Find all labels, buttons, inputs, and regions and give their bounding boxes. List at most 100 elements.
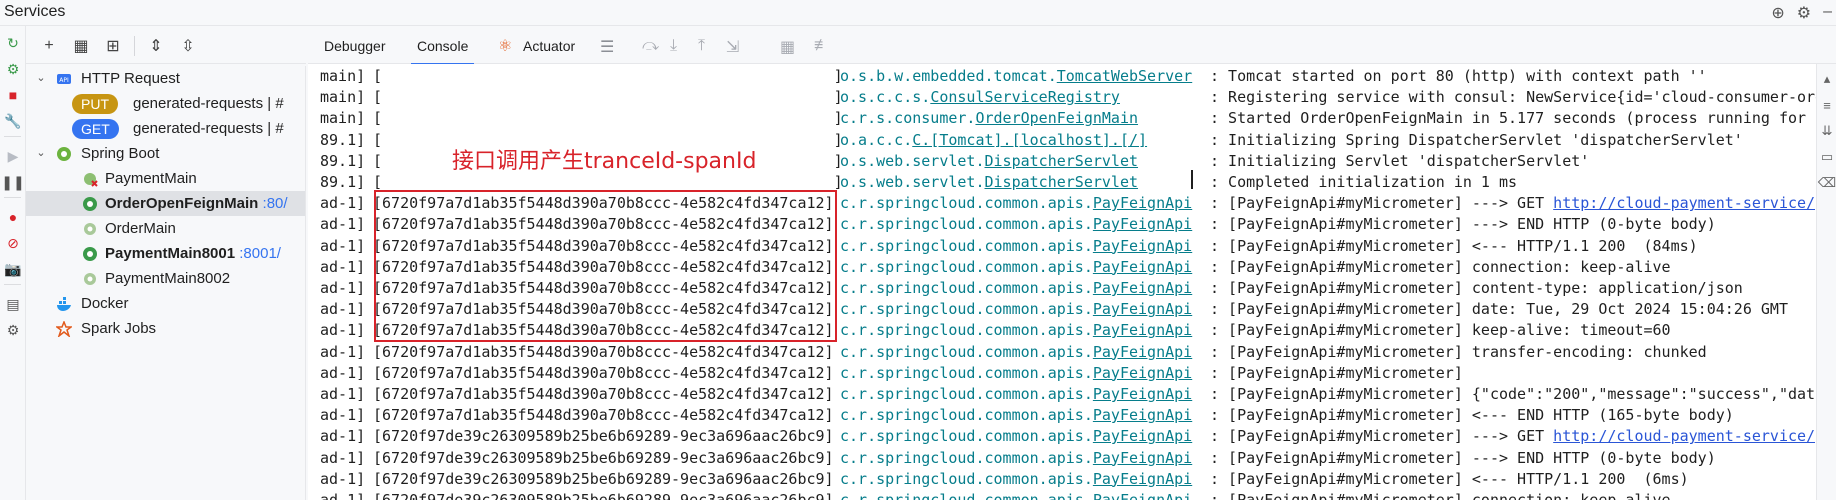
- logger-class-link[interactable]: ConsulServiceRegistry: [930, 88, 1120, 106]
- log-logger: c.r.springcloud.common.apis.PayFeignApi: [840, 469, 1192, 490]
- logger-class-link[interactable]: PayFeignApi: [1093, 321, 1192, 339]
- logger-class-link[interactable]: PayFeignApi: [1093, 279, 1192, 297]
- logger-package: o.s.web.servlet.: [840, 151, 985, 170]
- logger-class-link[interactable]: PayFeignApi: [1093, 470, 1192, 488]
- scroll-end-icon[interactable]: ⇊: [1817, 120, 1836, 142]
- logger-class-link[interactable]: TomcatWebServer: [1057, 67, 1192, 85]
- pause-icon[interactable]: ❚❚: [0, 171, 26, 193]
- log-message: : [PayFeignApi#myMicrometer] keep-alive:…: [1210, 320, 1671, 341]
- new-service-icon[interactable]: ⊞: [100, 33, 126, 59]
- frames-icon[interactable]: ≢: [814, 37, 830, 55]
- stop-icon[interactable]: ■: [0, 84, 26, 106]
- scroll-up-icon[interactable]: ▴: [1817, 68, 1836, 90]
- gear-icon[interactable]: ⚙: [1797, 3, 1811, 23]
- tree-item-payment-main-8001[interactable]: PaymentMain8001 :8001/: [26, 241, 305, 266]
- logger-class-link[interactable]: PayFeignApi: [1093, 300, 1192, 318]
- logger-class-link[interactable]: PayFeignApi: [1093, 427, 1192, 445]
- layout-icon[interactable]: ▤: [0, 293, 26, 315]
- service-port-link[interactable]: :80/: [258, 195, 288, 212]
- wrench-icon[interactable]: 🔧: [0, 110, 26, 132]
- tree-item-http-request[interactable]: ⌄ API HTTP Request: [26, 66, 305, 91]
- logger-class-link[interactable]: OrderOpenFeignMain: [975, 109, 1138, 127]
- log-logger: o.s.c.c.s.ConsulServiceRegistry: [840, 87, 1120, 108]
- logger-class-link[interactable]: DispatcherServlet: [985, 152, 1139, 170]
- minimize-icon[interactable]: –: [1823, 3, 1832, 23]
- log-message: : [PayFeignApi#myMicrometer]: [1210, 363, 1463, 384]
- deploy-icon[interactable]: ⚙: [0, 58, 26, 80]
- rerun-icon[interactable]: ↻: [0, 32, 26, 54]
- tab-actuator[interactable]: Actuator: [523, 28, 575, 64]
- tree-item-put-request[interactable]: PUT generated-requests | #: [26, 91, 305, 116]
- log-message: : [PayFeignApi#myMicrometer] connection:…: [1210, 257, 1671, 278]
- log-logger: c.r.springcloud.common.apis.PayFeignApi: [840, 426, 1192, 447]
- step-over-icon[interactable]: ⤼: [642, 37, 659, 55]
- service-port-link[interactable]: :8001/: [235, 245, 281, 262]
- run-to-cursor-icon[interactable]: ⇲: [726, 37, 739, 57]
- title-bar: Services ⊕ ⚙ –: [0, 0, 1836, 26]
- spring-running-icon: [83, 197, 97, 211]
- log-message-text: : [PayFeignApi#myMicrometer]: [1210, 363, 1463, 382]
- logger-class-link[interactable]: PayFeignApi: [1093, 258, 1192, 276]
- log-url-link[interactable]: http://cloud-payment-service/p: [1553, 194, 1816, 212]
- logger-class-link[interactable]: PayFeignApi: [1093, 385, 1192, 403]
- logger-class-link[interactable]: PayFeignApi: [1093, 215, 1192, 233]
- console-line: ad-1] [6720f97de39c26309589b25be6b69289-9…: [308, 490, 1816, 500]
- logger-class-link[interactable]: PayFeignApi: [1093, 406, 1192, 424]
- tree-item-order-openfeign-main[interactable]: OrderOpenFeignMain :80/: [26, 191, 305, 216]
- services-vertical-toolbar: ↻ ⚙ ■ 🔧 ▶ ❚❚ ● ⊘ 📷 ▤ ⚙: [0, 26, 26, 500]
- camera-icon[interactable]: 📷: [0, 258, 26, 280]
- settings-icon[interactable]: ⚙: [0, 319, 26, 341]
- wrap-icon[interactable]: ≡: [1817, 94, 1836, 116]
- menu-icon[interactable]: ☰: [600, 37, 614, 57]
- log-message-text: : Initializing Servlet 'dispatcherServle…: [1210, 151, 1590, 170]
- tab-debugger[interactable]: Debugger: [324, 28, 386, 64]
- tree-item-payment-main[interactable]: PaymentMain: [26, 166, 305, 191]
- add-icon[interactable]: +: [36, 33, 62, 59]
- chevron-down-icon[interactable]: ⌄: [34, 66, 48, 91]
- console-line: ad-1] [6720f97de39c26309589b25be6b69289-9…: [308, 448, 1816, 469]
- logger-class-link[interactable]: PayFeignApi: [1093, 194, 1192, 212]
- collapse-all-icon[interactable]: ⇳: [175, 33, 201, 59]
- target-icon[interactable]: ⊕: [1771, 3, 1784, 23]
- log-logger: o.s.web.servlet.DispatcherServlet: [840, 172, 1138, 193]
- logger-class-link[interactable]: PayFeignApi: [1093, 491, 1192, 500]
- logger-class-link[interactable]: PayFeignApi: [1093, 343, 1192, 361]
- coverage-icon[interactable]: ●: [0, 206, 26, 228]
- run-icon[interactable]: ▶: [0, 145, 26, 167]
- tree-item-payment-main-8002[interactable]: PaymentMain8002: [26, 266, 305, 291]
- log-url-link[interactable]: http://cloud-payment-service/p: [1553, 427, 1816, 445]
- spark-icon: [56, 321, 72, 337]
- tree-item-docker[interactable]: Docker: [26, 291, 305, 316]
- logger-class-link[interactable]: PayFeignApi: [1093, 237, 1192, 255]
- tree-item-order-main[interactable]: OrderMain: [26, 216, 305, 241]
- step-into-icon[interactable]: ⤓: [670, 37, 677, 55]
- print-icon[interactable]: ▭: [1817, 146, 1836, 168]
- logger-class-link[interactable]: PayFeignApi: [1093, 449, 1192, 467]
- clear-icon[interactable]: ⌫: [1817, 172, 1836, 194]
- expand-all-icon[interactable]: ⇕: [143, 33, 169, 59]
- tree-item-spark-jobs[interactable]: Spark Jobs: [26, 316, 305, 341]
- log-thread: ad-1]: [320, 279, 366, 297]
- step-out-icon[interactable]: ⤒: [698, 37, 705, 55]
- chevron-down-icon[interactable]: ⌄: [34, 141, 48, 166]
- log-message: : [PayFeignApi#myMicrometer] ---> GET ht…: [1210, 193, 1816, 214]
- group-icon[interactable]: ▦: [68, 33, 94, 59]
- table-icon[interactable]: ▦: [780, 37, 795, 57]
- tree-item-spring-boot[interactable]: ⌄ Spring Boot: [26, 141, 305, 166]
- tab-console[interactable]: Console: [410, 28, 475, 65]
- logger-package: c.r.springcloud.common.apis.: [840, 215, 1093, 234]
- api-icon: API: [57, 74, 71, 84]
- no-breakpoints-icon[interactable]: ⊘: [0, 232, 26, 254]
- log-message: : [PayFeignApi#myMicrometer] date: Tue, …: [1210, 299, 1788, 320]
- logger-class-link[interactable]: C.[Tomcat].[localhost].[/]: [912, 131, 1147, 149]
- trace-annotation: 接口调用产生tranceId-spanId: [452, 149, 757, 174]
- logger-class-link[interactable]: PayFeignApi: [1093, 364, 1192, 382]
- log-message: : [PayFeignApi#myMicrometer] ---> END HT…: [1210, 448, 1716, 469]
- logger-class-link[interactable]: DispatcherServlet: [985, 173, 1139, 191]
- tree-item-get-request[interactable]: GET generated-requests | #: [26, 116, 305, 141]
- trace-id-highlight-box: [374, 190, 837, 342]
- log-message: : Registering service with consul: NewSe…: [1210, 87, 1816, 108]
- logger-package: c.r.springcloud.common.apis.: [840, 448, 1093, 467]
- log-thread: ad-1]: [320, 194, 366, 213]
- console-line: ad-1] [6720f97a7d1ab35f5448d390a70b8ccc-4…: [308, 405, 1816, 426]
